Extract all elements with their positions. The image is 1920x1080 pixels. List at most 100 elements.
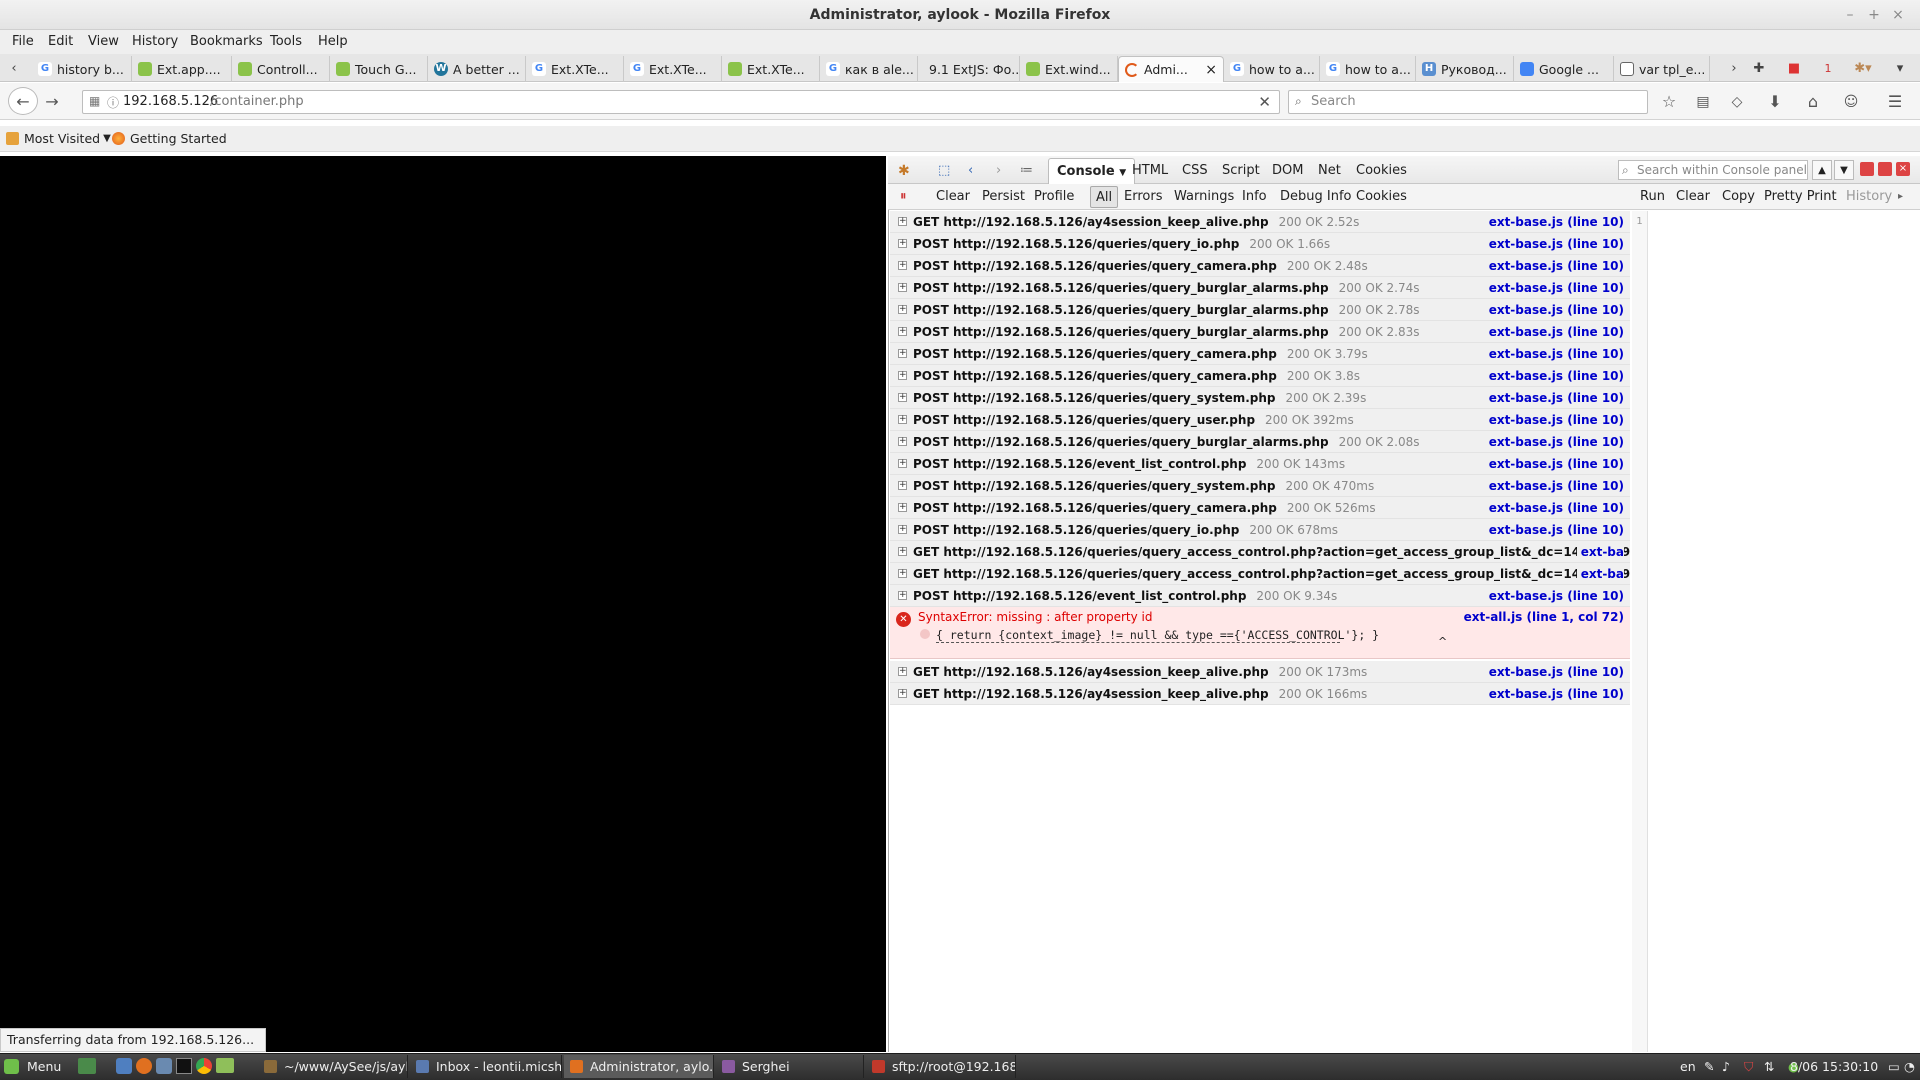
source-link[interactable]: ext-base.js (line 10) bbox=[1484, 661, 1624, 682]
download-icon[interactable]: ⬇ bbox=[1762, 88, 1788, 116]
expand-icon[interactable]: + bbox=[898, 525, 907, 534]
expand-icon[interactable]: + bbox=[898, 393, 907, 402]
expand-icon[interactable]: + bbox=[898, 415, 907, 424]
filter-info-button[interactable]: Info bbox=[1242, 186, 1267, 208]
command-line-icon[interactable]: ≔ bbox=[1020, 158, 1033, 184]
source-link[interactable]: ext-base.js (line 10) bbox=[1484, 387, 1624, 408]
firebug-tab-cookies[interactable]: Cookies bbox=[1356, 158, 1407, 184]
firebug-tab-script[interactable]: Script bbox=[1222, 158, 1260, 184]
network-icon[interactable]: ⇅ bbox=[1764, 1055, 1774, 1078]
tab-12[interactable]: Ghow to a... bbox=[1224, 56, 1320, 82]
source-link[interactable]: ext-base.js (line 10) bbox=[1484, 233, 1624, 254]
tab-7[interactable]: Ext.XTe... bbox=[722, 56, 820, 82]
keyboard-layout[interactable]: en bbox=[1680, 1055, 1696, 1078]
expand-icon[interactable]: + bbox=[898, 569, 907, 578]
menu-bookmarks[interactable]: Bookmarks bbox=[190, 30, 263, 54]
expand-icon[interactable]: + bbox=[898, 349, 907, 358]
taskbar-task[interactable]: sftp://root@192.168.... bbox=[866, 1055, 1016, 1078]
menu-history[interactable]: History bbox=[132, 30, 178, 54]
cmd-expand-icon[interactable]: ▸ bbox=[1898, 186, 1903, 208]
page-content[interactable] bbox=[0, 156, 886, 1052]
pocket-icon[interactable]: ◇ bbox=[1724, 88, 1750, 116]
clock[interactable]: 8/06 15:30:10 bbox=[1790, 1055, 1878, 1078]
tab-15[interactable]: Google ... bbox=[1514, 56, 1614, 82]
expand-icon[interactable]: + bbox=[898, 459, 907, 468]
console-entry[interactable]: + POST http://192.168.5.126/queries/query… bbox=[890, 475, 1630, 497]
tab-13[interactable]: Ghow to a... bbox=[1320, 56, 1416, 82]
shield-icon[interactable]: ⛉ bbox=[1744, 1055, 1753, 1078]
source-link[interactable]: ext-base.js (line 10) bbox=[1484, 299, 1624, 320]
source-link[interactable]: ext-base.js (line 10) bbox=[1484, 211, 1624, 232]
firebug-logo-icon[interactable]: ✱ bbox=[898, 158, 910, 184]
back-arrow-icon[interactable]: ‹ bbox=[968, 158, 973, 184]
tab-2[interactable]: Controll... bbox=[232, 56, 330, 82]
source-link[interactable]: ext-base.js (line 10) bbox=[1484, 255, 1624, 276]
url-bar[interactable]: ▦ ⓘ 192.168.5.126 /container.php ✕ bbox=[82, 90, 1280, 114]
console-entry[interactable]: + POST http://192.168.5.126/queries/query… bbox=[890, 321, 1630, 343]
console-entry[interactable]: + GET http://192.168.5.126/ay4session_kee… bbox=[890, 683, 1630, 705]
tab-1[interactable]: Ext.app.... bbox=[132, 56, 232, 82]
minimize-icon[interactable]: – bbox=[1838, 3, 1862, 27]
cmd-copy-button[interactable]: Copy bbox=[1722, 186, 1755, 208]
reading-list-icon[interactable]: ▤ bbox=[1690, 88, 1716, 116]
menu-file[interactable]: File bbox=[12, 30, 34, 54]
source-link[interactable]: ext-ba bbox=[1576, 563, 1624, 584]
tab-10[interactable]: Ext.wind... bbox=[1020, 56, 1118, 82]
console-error-entry[interactable]: ✕ SyntaxError: missing : after property i… bbox=[890, 607, 1630, 659]
console-entry[interactable]: + POST http://192.168.5.126/queries/query… bbox=[890, 255, 1630, 277]
console-persist-button[interactable]: Persist bbox=[982, 186, 1025, 208]
tab-8[interactable]: Gкак в ale... bbox=[820, 56, 918, 82]
taskbar-task[interactable]: ~/www/AySee/js/ayl... bbox=[258, 1055, 408, 1078]
expand-icon[interactable]: + bbox=[898, 305, 907, 314]
site-info-icon[interactable]: ⓘ bbox=[107, 94, 119, 111]
stop-icon[interactable]: ✕ bbox=[1258, 93, 1271, 111]
expand-icon[interactable]: + bbox=[898, 503, 907, 512]
breakpoint-icon[interactable] bbox=[920, 629, 930, 639]
tab-16[interactable]: var tpl_e... bbox=[1614, 56, 1710, 82]
firebug-tab-html[interactable]: HTML bbox=[1132, 158, 1168, 184]
launcher-thunderbird-icon[interactable] bbox=[156, 1058, 172, 1074]
cmd-history-button[interactable]: History bbox=[1846, 186, 1892, 208]
expand-icon[interactable]: + bbox=[898, 327, 907, 336]
tab-9[interactable]: 9.1 ExtJS: Фо... bbox=[918, 56, 1020, 82]
filter-debug-info-button[interactable]: Debug Info bbox=[1280, 186, 1352, 208]
expand-icon[interactable]: + bbox=[898, 283, 907, 292]
tab-11[interactable]: Admi... × bbox=[1118, 56, 1224, 82]
taskbar-task[interactable]: Administrator, aylo... bbox=[564, 1055, 714, 1078]
console-entry[interactable]: + POST http://192.168.5.126/queries/query… bbox=[890, 233, 1630, 255]
console-clear-button[interactable]: Clear bbox=[936, 186, 970, 208]
bookmark-most-visited[interactable]: Most Visited ▼ bbox=[6, 131, 111, 146]
console-entry[interactable]: + GET http://192.168.5.126/ay4session_kee… bbox=[890, 661, 1630, 683]
forward-icon[interactable]: → bbox=[40, 88, 64, 116]
menu-view[interactable]: View bbox=[88, 30, 119, 54]
source-link[interactable]: ext-base.js (line 10) bbox=[1484, 683, 1624, 704]
forward-arrow-icon[interactable]: › bbox=[996, 158, 1001, 184]
firebug-close-icon[interactable]: × bbox=[1896, 162, 1910, 176]
start-menu-button[interactable]: Menu bbox=[4, 1055, 61, 1078]
back-icon[interactable]: ← bbox=[8, 87, 38, 115]
notification-badge-icon[interactable]: 1 bbox=[1818, 56, 1838, 82]
firebug-tab-dom[interactable]: DOM bbox=[1272, 158, 1303, 184]
source-link[interactable]: ext-base.js (line 10) bbox=[1484, 431, 1624, 452]
notification-icon[interactable]: ◔ bbox=[1904, 1055, 1915, 1078]
break-on-error-icon[interactable]: ⏸ bbox=[900, 186, 907, 208]
expand-icon[interactable]: + bbox=[898, 239, 907, 248]
console-entry[interactable]: + POST http://192.168.5.126/queries/query… bbox=[890, 365, 1630, 387]
console-entry[interactable]: + POST http://192.168.5.126/queries/query… bbox=[890, 277, 1630, 299]
source-link[interactable]: ext-base.js (line 10) bbox=[1484, 321, 1624, 342]
console-entry[interactable]: + POST http://192.168.5.126/event_list_co… bbox=[890, 585, 1630, 607]
expand-icon[interactable]: + bbox=[898, 689, 907, 698]
expand-icon[interactable]: + bbox=[898, 261, 907, 270]
menu-help[interactable]: Help bbox=[318, 30, 348, 54]
bookmark-getting-started[interactable]: Getting Started bbox=[112, 131, 227, 146]
tab-scroll-left-icon[interactable]: ‹ bbox=[4, 56, 24, 82]
source-link[interactable]: ext-all.js (line 1, col 72) bbox=[1464, 610, 1624, 624]
console-entry[interactable]: + POST http://192.168.5.126/queries/query… bbox=[890, 343, 1630, 365]
firebug-detach-icon[interactable] bbox=[1878, 162, 1892, 176]
console-entry[interactable]: + GET http://192.168.5.126/queries/query_… bbox=[890, 563, 1630, 585]
expand-icon[interactable]: + bbox=[898, 547, 907, 556]
filter-errors-button[interactable]: Errors bbox=[1124, 186, 1162, 208]
cmd-pretty-print-button[interactable]: Pretty Print bbox=[1764, 186, 1837, 208]
filter-all-button[interactable]: All bbox=[1090, 186, 1119, 208]
chat-icon[interactable]: ☺ bbox=[1838, 88, 1864, 116]
